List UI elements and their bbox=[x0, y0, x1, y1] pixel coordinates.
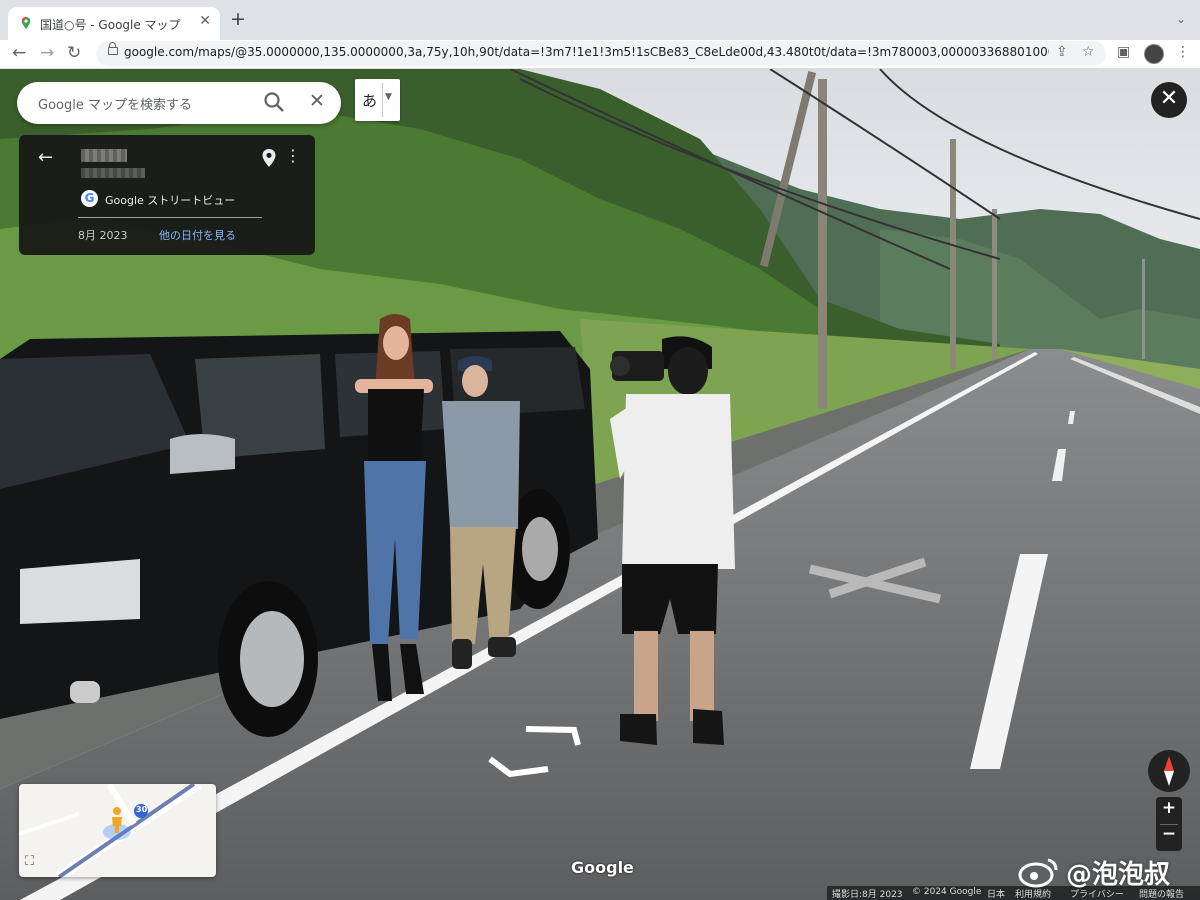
browser-toolbar: ← → ↻ google.com/maps/@35.0000000,135.00… bbox=[0, 40, 1200, 69]
google-logo-icon: G bbox=[81, 190, 98, 207]
kebab-menu-icon[interactable]: ⋮ bbox=[285, 146, 301, 165]
clear-search-icon[interactable]: ✕ bbox=[309, 90, 325, 112]
forward-arrow-icon[interactable]: → bbox=[40, 42, 54, 64]
back-arrow-icon[interactable]: ← bbox=[12, 42, 26, 64]
weibo-icon bbox=[1018, 858, 1058, 888]
browser-tab[interactable]: 国道○号 - Google マップ ✕ bbox=[8, 7, 220, 40]
back-arrow-icon[interactable]: ← bbox=[38, 147, 53, 168]
ime-label: あ bbox=[362, 92, 378, 110]
close-street-view-button[interactable]: ✕ bbox=[1151, 82, 1187, 118]
star-icon[interactable]: ☆ bbox=[1082, 44, 1095, 60]
street-view-source: Google ストリートビュー bbox=[105, 194, 236, 207]
route-shield: 30 bbox=[136, 805, 148, 814]
tab-close-icon[interactable]: ✕ bbox=[199, 13, 211, 29]
pegman-icon[interactable] bbox=[110, 806, 124, 834]
copyright-text: © 2024 Google bbox=[912, 887, 982, 897]
compass-needle bbox=[1164, 756, 1174, 786]
card-divider bbox=[78, 217, 262, 218]
zoom-control: + − bbox=[1156, 797, 1182, 851]
ime-divider bbox=[382, 83, 383, 117]
address-bar[interactable]: google.com/maps/@35.0000000,135.0000000,… bbox=[96, 41, 1106, 66]
capture-date: 8月 2023 bbox=[78, 229, 128, 242]
tab-title: 国道○号 - Google マップ bbox=[40, 18, 181, 32]
expand-icon[interactable]: ⛶ bbox=[25, 854, 43, 872]
search-icon[interactable] bbox=[263, 91, 285, 113]
capture-date-footer: 撮影日:8月 2023 bbox=[832, 890, 903, 900]
weibo-handle: @泡泡叔 bbox=[1066, 860, 1171, 890]
url-text: google.com/maps/@35.0000000,135.0000000,… bbox=[124, 45, 1049, 59]
new-tab-button[interactable]: + bbox=[230, 9, 246, 29]
search-box[interactable]: Google マップを検索する ✕ bbox=[17, 82, 341, 124]
country-link[interactable]: 日本 bbox=[987, 887, 1005, 900]
maps-pin-icon bbox=[21, 17, 31, 29]
search-input[interactable]: Google マップを検索する bbox=[38, 94, 192, 113]
pin-icon[interactable] bbox=[262, 149, 276, 167]
tab-strip: 国道○号 - Google マップ ✕ + ⌄ bbox=[0, 0, 1200, 40]
close-icon: ✕ bbox=[1159, 86, 1179, 111]
reload-icon[interactable]: ↻ bbox=[67, 42, 81, 64]
zoom-in-button[interactable]: + bbox=[1156, 798, 1182, 818]
compass-icon[interactable] bbox=[1148, 750, 1190, 792]
terms-link[interactable]: 利用規約 bbox=[1015, 887, 1051, 900]
see-other-dates-link[interactable]: 他の日付を見る bbox=[159, 227, 236, 243]
share-icon[interactable]: ⇪ bbox=[1056, 44, 1068, 60]
profile-avatar[interactable] bbox=[1144, 44, 1164, 64]
zoom-out-button[interactable]: − bbox=[1156, 824, 1182, 844]
tab-search-icon[interactable]: ⌄ bbox=[1176, 12, 1186, 26]
google-watermark: Google bbox=[571, 858, 634, 877]
minimap[interactable]: 30 ⛶ bbox=[19, 784, 216, 877]
chevron-down-icon[interactable]: ▼ bbox=[385, 92, 392, 102]
blurred-address-subtitle bbox=[81, 168, 145, 178]
sidepanel-icon[interactable]: ▣ bbox=[1117, 44, 1130, 60]
input-method-toggle[interactable]: あ ▼ bbox=[355, 79, 400, 121]
blurred-address-title bbox=[81, 149, 127, 162]
lock-icon[interactable] bbox=[108, 42, 118, 55]
location-info-card: ← ⋮ G Google ストリートビュー 8月 2023 他の日付を見る bbox=[19, 135, 315, 255]
kebab-menu-icon[interactable]: ⋮ bbox=[1176, 44, 1190, 60]
